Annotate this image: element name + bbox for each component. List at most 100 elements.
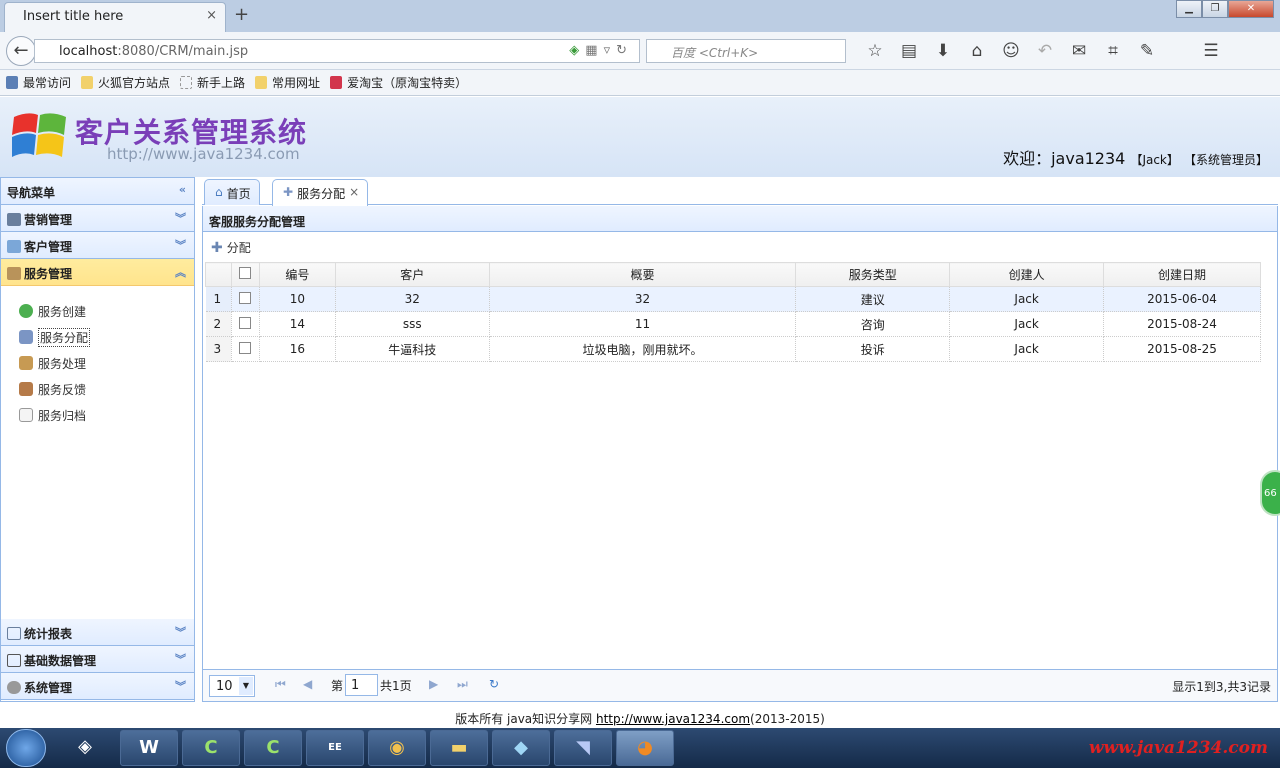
floating-badge-button[interactable]: 66 xyxy=(1260,470,1280,516)
back-button[interactable]: ← xyxy=(6,36,36,66)
dropdown-arrow-icon[interactable]: ▼ xyxy=(239,677,253,695)
menu-item-service-feedback[interactable]: 服务反馈 xyxy=(1,374,194,400)
camtasia-app-button[interactable]: C xyxy=(182,730,240,766)
col-customer[interactable]: 客户 xyxy=(334,262,490,287)
word-app-button[interactable]: W xyxy=(120,730,178,766)
minimize-button[interactable]: ▁ xyxy=(1176,0,1202,18)
dropdown-icon[interactable]: ▿ xyxy=(604,43,617,58)
download-icon[interactable]: ⬇ xyxy=(926,41,960,61)
new-tab-button[interactable]: + xyxy=(234,4,249,25)
tab-service-assign[interactable]: ✚ 服务分配 × xyxy=(272,179,369,206)
tab-home[interactable]: ⌂ 首页 xyxy=(204,179,260,205)
search-input[interactable]: 百度 <Ctrl+K> xyxy=(646,39,846,63)
eclipse-app-button[interactable]: EE xyxy=(306,730,364,766)
bookmark-getting-started[interactable]: 新手上路 xyxy=(180,74,245,91)
close-window-button[interactable]: ✕ xyxy=(1228,0,1274,18)
page-number-input[interactable]: 1 xyxy=(345,674,378,696)
row-number: 1 xyxy=(205,286,232,312)
row-checkbox[interactable] xyxy=(239,341,252,354)
bookmark-common-sites[interactable]: 常用网址 xyxy=(255,74,320,91)
cell-date: 2015-08-25 xyxy=(1103,336,1261,362)
chrome-app-button[interactable]: ◉ xyxy=(368,730,426,766)
bookmark-star-icon[interactable]: ☆ xyxy=(858,41,892,61)
collapse-left-icon[interactable]: « xyxy=(179,183,186,196)
explorer-app-button[interactable]: ▬ xyxy=(430,730,488,766)
page-size-select[interactable]: 10 ▼ xyxy=(209,675,255,697)
col-type[interactable]: 服务类型 xyxy=(795,262,951,287)
sidebar-section-reports[interactable]: 统计报表 ︾ xyxy=(1,619,194,646)
table-row[interactable]: 2 14 sss 11 咨询 Jack 2015-08-24 xyxy=(205,311,1261,337)
refresh-icon[interactable]: ↻ xyxy=(489,677,499,691)
tools-icon[interactable]: ✎ xyxy=(1130,41,1164,61)
col-date[interactable]: 创建日期 xyxy=(1103,262,1261,287)
table-row[interactable]: 1 10 32 32 建议 Jack 2015-06-04 xyxy=(205,286,1261,312)
chevron-down-icon[interactable]: ︾ xyxy=(175,210,186,226)
start-button[interactable] xyxy=(6,729,46,767)
chevron-up-icon[interactable]: ︽ xyxy=(175,264,186,280)
pagination-bar: 10 ▼ ⏮ ◀ 第 1 共1页 ▶ ⏭ ↻ 显示1到3,共3记录 xyxy=(203,669,1277,701)
app-button[interactable]: ◆ xyxy=(492,730,550,766)
sidebar-section-basedata[interactable]: 基础数据管理 ︾ xyxy=(1,646,194,673)
cell-creator: Jack xyxy=(949,286,1105,312)
bookmark-icon xyxy=(6,76,18,89)
table-row[interactable]: 3 16 牛逼科技 垃圾电脑，刚用就坏。 投诉 Jack 2015-08-25 xyxy=(205,336,1261,362)
close-tab-icon[interactable]: × xyxy=(349,185,359,206)
crop-icon[interactable]: ⌗ xyxy=(1096,41,1130,61)
undo-icon[interactable]: ↶ xyxy=(1028,41,1062,61)
browser-tab-title: Insert title here xyxy=(23,9,124,24)
bookmark-firefox[interactable]: 火狐官方站点 xyxy=(81,74,170,91)
home-icon[interactable]: ⌂ xyxy=(960,41,994,61)
col-summary[interactable]: 概要 xyxy=(488,262,797,287)
archive-icon xyxy=(19,408,33,422)
bookmark-taobao[interactable]: 爱淘宝（原淘宝特卖） xyxy=(330,74,467,91)
url-bar[interactable]: localhost:8080/CRM/main.jsp ◈▦▿↻ xyxy=(34,39,640,63)
chevron-down-icon[interactable]: ︾ xyxy=(175,651,186,667)
url-host: localhost xyxy=(59,44,118,59)
menu-item-service-handle[interactable]: 服务处理 xyxy=(1,348,194,374)
shield-icon[interactable]: ◈ xyxy=(569,43,585,58)
comment-icon[interactable]: ✉ xyxy=(1062,41,1096,61)
select-all-checkbox[interactable] xyxy=(239,267,252,279)
last-page-icon[interactable]: ⏭ xyxy=(457,677,468,692)
bookmark-most-visited[interactable]: 最常访问 xyxy=(6,74,71,91)
camtasia-recorder-button[interactable]: C xyxy=(244,730,302,766)
menu-item-service-assign[interactable]: 服务分配 xyxy=(1,322,194,348)
menu-item-service-create[interactable]: 服务创建 xyxy=(1,296,194,322)
chevron-down-icon[interactable]: ︾ xyxy=(175,678,186,694)
cell-date: 2015-08-24 xyxy=(1103,311,1261,337)
chevron-down-icon[interactable]: ︾ xyxy=(175,624,186,640)
first-page-icon[interactable]: ⏮ xyxy=(275,677,286,692)
sidebar-section-system[interactable]: 系统管理 ︾ xyxy=(1,673,194,700)
app-launcher-icon[interactable]: ◈ xyxy=(56,730,114,766)
search-placeholder: 百度 <Ctrl+K> xyxy=(671,46,759,60)
firefox-app-button[interactable]: ◕ xyxy=(616,730,674,766)
prev-page-icon[interactable]: ◀ xyxy=(303,677,312,691)
reload-icon[interactable]: ↻ xyxy=(616,43,633,58)
chat-icon[interactable]: ☺ xyxy=(994,41,1028,61)
footer-link[interactable]: http://www.java1234.com xyxy=(596,712,750,726)
chevron-down-icon[interactable]: ︾ xyxy=(175,237,186,253)
folder-icon xyxy=(255,76,268,89)
sidebar-section-customer[interactable]: 客户管理 ︾ xyxy=(1,232,194,259)
sidebar-section-marketing[interactable]: 营销管理 ︾ xyxy=(1,205,194,232)
close-tab-icon[interactable]: × xyxy=(206,8,217,23)
row-checkbox[interactable] xyxy=(239,291,252,304)
qr-icon[interactable]: ▦ xyxy=(585,43,603,58)
maximize-button[interactable]: ❐ xyxy=(1202,0,1228,18)
cell-customer: sss xyxy=(335,311,490,337)
menu-item-service-archive[interactable]: 服务归档 xyxy=(1,400,194,426)
menu-icon[interactable]: ☰ xyxy=(1194,41,1228,61)
reading-list-icon[interactable]: ▤ xyxy=(892,41,926,61)
next-page-icon[interactable]: ▶ xyxy=(429,677,438,691)
assign-button[interactable]: ✚ 分配 xyxy=(211,240,251,256)
row-checkbox[interactable] xyxy=(239,316,252,329)
cell-summary: 32 xyxy=(489,286,797,312)
browser-tab[interactable]: Insert title here × xyxy=(4,2,226,32)
col-creator[interactable]: 创建人 xyxy=(949,262,1105,287)
app-button[interactable]: ◥ xyxy=(554,730,612,766)
assign-icon xyxy=(19,330,33,344)
panel-title: 客服服务分配管理 xyxy=(203,206,1277,232)
sidebar-section-service[interactable]: 服务管理 ︽ xyxy=(1,259,194,286)
col-id[interactable]: 编号 xyxy=(258,262,336,287)
page-prefix: 第 xyxy=(331,679,344,693)
